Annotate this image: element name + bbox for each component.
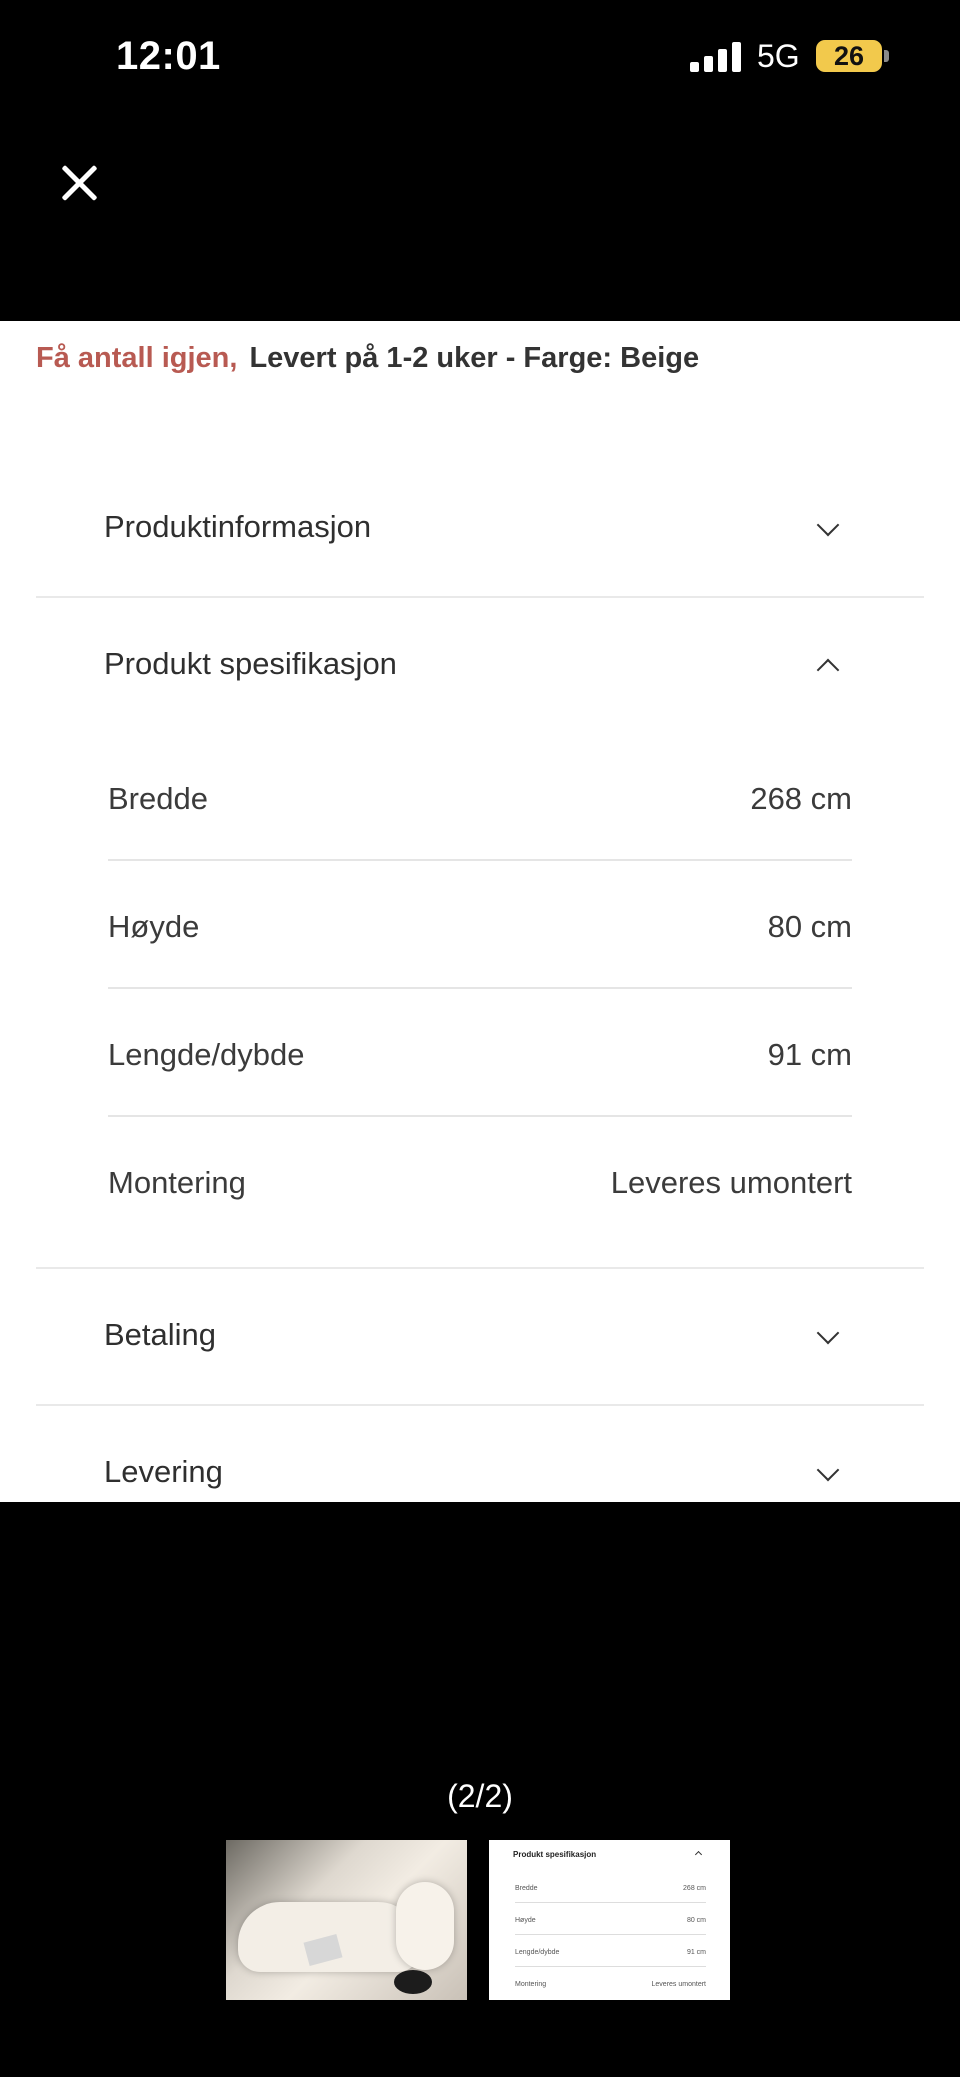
spec-value: Leveres umontert [610,1165,852,1200]
accordion-title: Produktinformasjon [104,509,372,544]
chevron-down-icon[interactable] [816,1321,840,1345]
spec-value: 80 cm [767,909,852,944]
spec-value: 268 cm [750,781,852,816]
spec-label: Lengde/dybde [108,1037,305,1072]
spec-row: Bredde 268 cm [108,733,852,861]
spec-screenshot-thumbnail[interactable]: Produkt spesifikasjon Bredde 268 cm Høyd… [489,1840,730,2000]
mini-spec-row: Lengde/dybde 91 cm [515,1934,706,1967]
battery-level: 26 [833,41,865,71]
spec-row: Lengde/dybde 91 cm [108,989,852,1117]
side-table-shape [394,1970,432,1994]
signal-icon [690,40,742,72]
mini-spec-row: Montering Leveres umontert [515,1966,706,1998]
mini-spec-value: 80 cm [686,1917,706,1924]
close-icon[interactable] [56,160,102,206]
mini-spec-value: Leveres umontert [651,1981,706,1988]
chevron-up-icon[interactable] [816,658,840,682]
mini-spec-label: Høyde [515,1917,536,1924]
mini-spec-value: 91 cm [686,1949,706,1956]
accordion-betaling[interactable]: Betaling [36,1269,924,1406]
battery-cap [884,50,889,62]
accordion-title: Produkt spesifikasjon [104,646,397,681]
spec-label: Montering [108,1165,246,1200]
mini-chevron-up-icon [694,1850,703,1859]
spec-row: Montering Leveres umontert [108,1117,852,1267]
product-accordion: Produktinformasjon Produkt spesifikasjon… [36,461,924,1502]
accordion-title: Betaling [104,1317,217,1352]
sofa-photo-thumbnail[interactable] [226,1840,467,2000]
network-label: 5G [757,38,800,74]
spec-label: Høyde [108,909,200,944]
image-counter: (2/2) [447,1778,513,1814]
spec-row: Høyde 80 cm [108,861,852,989]
stock-warning: Få antall igjen, [36,342,238,374]
mini-spec-row: Bredde 268 cm [515,1870,706,1903]
stock-line: Få antall igjen, Levert på 1-2 uker - Far… [36,342,699,375]
spec-label: Bredde [108,781,208,816]
image-viewer-page: Få antall igjen, Levert på 1-2 uker - Far… [0,321,960,1502]
accordion-produktinformasjon[interactable]: Produktinformasjon [36,461,924,598]
spec-value: 91 cm [767,1037,852,1072]
chevron-down-icon[interactable] [816,513,840,537]
accordion-levering[interactable]: Levering [36,1406,924,1502]
mini-spec-value: 268 cm [683,1885,706,1892]
accordion-produkt-spesifikasjon[interactable]: Produkt spesifikasjon [36,598,924,733]
sofa-arm-shape [396,1882,454,1970]
mini-spec-row: Høyde 80 cm [515,1902,706,1935]
thumbnail-strip: Produkt spesifikasjon Bredde 268 cm Høyd… [226,1840,730,2000]
spec-table: Bredde 268 cm Høyde 80 cm Lengde/dybde 9… [36,733,924,1269]
chevron-down-icon[interactable] [816,1458,840,1482]
mini-spec-title: Produkt spesifikasjon [513,1850,597,1859]
mini-spec-label: Montering [515,1981,547,1988]
stock-detail: Levert på 1-2 uker - Farge: Beige [249,342,700,374]
battery-icon: 26 [816,40,882,72]
accordion-title: Levering [104,1454,223,1489]
status-time: 12:01 [116,34,221,78]
mini-spec-label: Lengde/dybde [515,1949,560,1956]
mini-spec-label: Bredde [515,1885,538,1892]
status-bar: 12:01 5G 26 [0,0,960,115]
